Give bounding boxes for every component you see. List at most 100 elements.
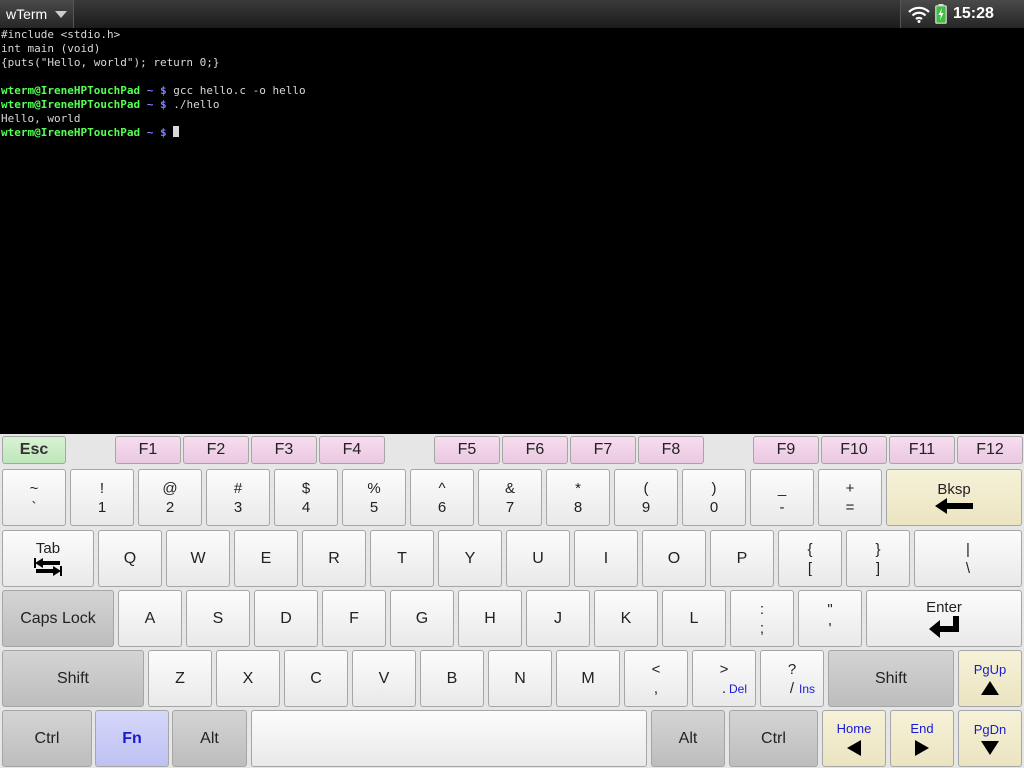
key-s[interactable]: S xyxy=(186,590,250,647)
key-d[interactable]: D xyxy=(254,590,318,647)
key-alt-right[interactable]: Alt xyxy=(651,710,725,767)
key-label: F8 xyxy=(661,441,681,458)
key-alt-left[interactable]: Alt xyxy=(172,710,247,767)
key-left-bracket[interactable]: {[ xyxy=(778,530,842,587)
key-label: G xyxy=(415,609,429,627)
key-f5[interactable]: F5 xyxy=(434,436,500,464)
terminal-command: ./hello xyxy=(166,98,220,111)
key-k[interactable]: K xyxy=(594,590,658,647)
system-status-menu[interactable]: 15:28 xyxy=(900,0,1024,28)
key-right-bracket[interactable]: }] xyxy=(846,530,910,587)
key-a[interactable]: A xyxy=(118,590,182,647)
key-f4[interactable]: F4 xyxy=(319,436,385,464)
key-backtick[interactable]: ~ ` xyxy=(2,469,66,526)
key-f7[interactable]: F7 xyxy=(570,436,636,464)
key-f11[interactable]: F11 xyxy=(889,436,955,464)
key-slash[interactable]: ? / Ins xyxy=(760,650,824,707)
key-label: L xyxy=(689,609,699,627)
key-1[interactable]: ! 1 xyxy=(70,469,134,526)
key-period[interactable]: >. Del xyxy=(692,650,756,707)
key-f1[interactable]: F1 xyxy=(115,436,181,464)
key-g[interactable]: G xyxy=(390,590,454,647)
key-comma[interactable]: <, xyxy=(624,650,688,707)
key-m[interactable]: M xyxy=(556,650,620,707)
key-x[interactable]: X xyxy=(216,650,280,707)
app-menu-button[interactable]: wTerm xyxy=(0,0,74,28)
key-r[interactable]: R xyxy=(302,530,366,587)
key-label: / xyxy=(789,679,795,697)
key-f10[interactable]: F10 xyxy=(821,436,887,464)
key-n[interactable]: N xyxy=(488,650,552,707)
key-f8[interactable]: F8 xyxy=(638,436,704,464)
key-h[interactable]: H xyxy=(458,590,522,647)
key-j[interactable]: J xyxy=(526,590,590,647)
key-v[interactable]: V xyxy=(352,650,416,707)
key-z[interactable]: Z xyxy=(148,650,212,707)
key-label: A xyxy=(144,609,156,627)
key-f2[interactable]: F2 xyxy=(183,436,249,464)
key-label: 2 xyxy=(165,498,175,516)
key-f3[interactable]: F3 xyxy=(251,436,317,464)
key-u[interactable]: U xyxy=(506,530,570,587)
arrow-up-icon xyxy=(981,681,999,695)
key-7[interactable]: & 7 xyxy=(478,469,542,526)
key-label: F xyxy=(349,609,359,627)
key-9[interactable]: (9 xyxy=(614,469,678,526)
key-q[interactable]: Q xyxy=(98,530,162,587)
terminal-text: Hello, world xyxy=(1,112,81,125)
key-esc[interactable]: Esc xyxy=(2,436,66,464)
key-space[interactable] xyxy=(251,710,647,767)
key-backspace[interactable]: Bksp xyxy=(886,469,1022,526)
key-label: Home xyxy=(836,721,872,736)
key-page-down[interactable]: PgDn xyxy=(958,710,1022,767)
key-ctrl-left[interactable]: Ctrl xyxy=(2,710,92,767)
key-b[interactable]: B xyxy=(420,650,484,707)
key-t[interactable]: T xyxy=(370,530,434,587)
key-shift-label: + xyxy=(845,479,855,497)
key-f12[interactable]: F12 xyxy=(957,436,1023,464)
key-semicolon[interactable]: :; xyxy=(730,590,794,647)
key-4[interactable]: $4 xyxy=(274,469,338,526)
key-f[interactable]: F xyxy=(322,590,386,647)
key-label: Y xyxy=(464,549,476,567)
prompt-symbol: ~ $ xyxy=(140,98,167,111)
key-shift-label: ( xyxy=(643,479,649,497)
key-end[interactable]: End xyxy=(890,710,954,767)
key-8[interactable]: * 8 xyxy=(546,469,610,526)
key-home[interactable]: Home xyxy=(822,710,886,767)
key-ctrl-right[interactable]: Ctrl xyxy=(729,710,818,767)
key-w[interactable]: W xyxy=(166,530,230,587)
key-p[interactable]: P xyxy=(710,530,774,587)
key-tab[interactable]: Tab xyxy=(2,530,94,587)
key-quote[interactable]: " ' xyxy=(798,590,862,647)
key-minus[interactable]: _ - xyxy=(750,469,814,526)
terminal-output[interactable]: #include <stdio.h> int main (void) {puts… xyxy=(0,28,1024,434)
key-fn[interactable]: Fn xyxy=(95,710,169,767)
key-label: 4 xyxy=(301,498,311,516)
key-shift-label: & xyxy=(504,479,515,497)
key-5[interactable]: % 5 xyxy=(342,469,406,526)
key-shift-left[interactable]: Shift xyxy=(2,650,144,707)
key-caps-lock[interactable]: Caps Lock xyxy=(2,590,114,647)
key-page-up[interactable]: PgUp xyxy=(958,650,1022,707)
key-f6[interactable]: F6 xyxy=(502,436,568,464)
key-enter[interactable]: Enter xyxy=(866,590,1022,647)
key-shift-right[interactable]: Shift xyxy=(828,650,954,707)
key-f9[interactable]: F9 xyxy=(753,436,819,464)
terminal-line: int main (void) xyxy=(1,42,1023,56)
key-3[interactable]: #3 xyxy=(206,469,270,526)
key-o[interactable]: O xyxy=(642,530,706,587)
key-i[interactable]: I xyxy=(574,530,638,587)
key-e[interactable]: E xyxy=(234,530,298,587)
key-l[interactable]: L xyxy=(662,590,726,647)
key-c[interactable]: C xyxy=(284,650,348,707)
terminal-line: wterm@IreneHPTouchPad ~ $ gcc hello.c -o… xyxy=(1,84,1023,98)
key-equals[interactable]: + = xyxy=(818,469,882,526)
key-backslash[interactable]: | \ xyxy=(914,530,1022,587)
key-y[interactable]: Y xyxy=(438,530,502,587)
key-6[interactable]: ^ 6 xyxy=(410,469,474,526)
key-2[interactable]: @2 xyxy=(138,469,202,526)
key-label: Bksp xyxy=(937,481,971,498)
key-label: F4 xyxy=(342,441,362,458)
key-0[interactable]: ) 0 xyxy=(682,469,746,526)
